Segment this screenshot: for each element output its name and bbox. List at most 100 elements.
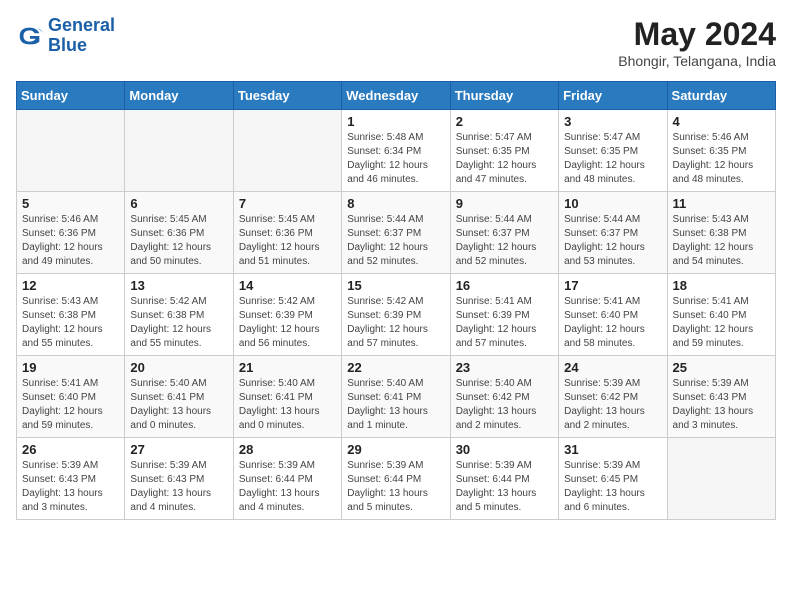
day-info: Sunrise: 5:47 AM Sunset: 6:35 PM Dayligh… [564, 131, 661, 187]
day-info: Sunrise: 5:46 AM Sunset: 6:35 PM Dayligh… [673, 131, 770, 187]
logo: General Blue [16, 16, 115, 56]
day-info: Sunrise: 5:46 AM Sunset: 6:36 PM Dayligh… [22, 213, 119, 269]
day-info: Sunrise: 5:45 AM Sunset: 6:36 PM Dayligh… [130, 213, 227, 269]
calendar-week-row: 19Sunrise: 5:41 AM Sunset: 6:40 PM Dayli… [17, 356, 776, 438]
day-info: Sunrise: 5:41 AM Sunset: 6:40 PM Dayligh… [673, 295, 770, 351]
calendar-cell: 2 Sunrise: 5:47 AM Sunset: 6:35 PM Daylig… [450, 110, 558, 192]
day-number: 5 [22, 196, 119, 211]
calendar-cell: 10 Sunrise: 5:44 AM Sunset: 6:37 PM Dayli… [559, 192, 667, 274]
day-info: Sunrise: 5:44 AM Sunset: 6:37 PM Dayligh… [564, 213, 661, 269]
calendar-cell: 31 Sunrise: 5:39 AM Sunset: 6:45 PM Dayli… [559, 438, 667, 520]
calendar-week-row: 1 Sunrise: 5:48 AM Sunset: 6:34 PM Daylig… [17, 110, 776, 192]
location-subtitle: Bhongir, Telangana, India [618, 53, 776, 69]
day-info: Sunrise: 5:40 AM Sunset: 6:42 PM Dayligh… [456, 377, 553, 433]
day-number: 26 [22, 442, 119, 457]
day-info: Sunrise: 5:39 AM Sunset: 6:42 PM Dayligh… [564, 377, 661, 433]
day-number: 14 [239, 278, 336, 293]
day-info: Sunrise: 5:45 AM Sunset: 6:36 PM Dayligh… [239, 213, 336, 269]
day-number: 10 [564, 196, 661, 211]
calendar-cell [17, 110, 125, 192]
calendar-cell [667, 438, 775, 520]
calendar-cell: 6Sunrise: 5:45 AM Sunset: 6:36 PM Daylig… [125, 192, 233, 274]
weekday-header-monday: Monday [125, 82, 233, 110]
calendar-cell: 8Sunrise: 5:44 AM Sunset: 6:37 PM Daylig… [342, 192, 450, 274]
day-number: 19 [22, 360, 119, 375]
day-number: 21 [239, 360, 336, 375]
calendar-cell: 16 Sunrise: 5:41 AM Sunset: 6:39 PM Dayli… [450, 274, 558, 356]
day-number: 3 [564, 114, 661, 129]
weekday-header-friday: Friday [559, 82, 667, 110]
day-number: 30 [456, 442, 553, 457]
weekday-header-thursday: Thursday [450, 82, 558, 110]
calendar-cell: 27 Sunrise: 5:39 AM Sunset: 6:43 PM Dayli… [125, 438, 233, 520]
page-header: General Blue May 2024 Bhongir, Telangana… [16, 16, 776, 69]
calendar-week-row: 5 Sunrise: 5:46 AM Sunset: 6:36 PM Daylig… [17, 192, 776, 274]
calendar-cell: 22 Sunrise: 5:40 AM Sunset: 6:41 PM Dayli… [342, 356, 450, 438]
day-info: Sunrise: 5:40 AM Sunset: 6:41 PM Dayligh… [239, 377, 336, 433]
day-number: 12 [22, 278, 119, 293]
day-info: Sunrise: 5:40 AM Sunset: 6:41 PM Dayligh… [130, 377, 227, 433]
day-number: 24 [564, 360, 661, 375]
day-info: Sunrise: 5:44 AM Sunset: 6:37 PM Dayligh… [347, 213, 444, 269]
day-info: Sunrise: 5:39 AM Sunset: 6:43 PM Dayligh… [130, 459, 227, 515]
calendar-week-row: 26 Sunrise: 5:39 AM Sunset: 6:43 PM Dayli… [17, 438, 776, 520]
calendar-cell: 13Sunrise: 5:42 AM Sunset: 6:38 PM Dayli… [125, 274, 233, 356]
calendar-cell: 9Sunrise: 5:44 AM Sunset: 6:37 PM Daylig… [450, 192, 558, 274]
day-number: 17 [564, 278, 661, 293]
day-info: Sunrise: 5:42 AM Sunset: 6:39 PM Dayligh… [239, 295, 336, 351]
day-info: Sunrise: 5:39 AM Sunset: 6:44 PM Dayligh… [347, 459, 444, 515]
day-number: 15 [347, 278, 444, 293]
day-number: 2 [456, 114, 553, 129]
day-info: Sunrise: 5:39 AM Sunset: 6:44 PM Dayligh… [239, 459, 336, 515]
weekday-header-wednesday: Wednesday [342, 82, 450, 110]
day-info: Sunrise: 5:42 AM Sunset: 6:38 PM Dayligh… [130, 295, 227, 351]
calendar-cell: 17Sunrise: 5:41 AM Sunset: 6:40 PM Dayli… [559, 274, 667, 356]
calendar-cell: 29 Sunrise: 5:39 AM Sunset: 6:44 PM Dayli… [342, 438, 450, 520]
calendar-cell: 23 Sunrise: 5:40 AM Sunset: 6:42 PM Dayli… [450, 356, 558, 438]
weekday-header-tuesday: Tuesday [233, 82, 341, 110]
day-number: 7 [239, 196, 336, 211]
calendar-cell: 18Sunrise: 5:41 AM Sunset: 6:40 PM Dayli… [667, 274, 775, 356]
day-info: Sunrise: 5:44 AM Sunset: 6:37 PM Dayligh… [456, 213, 553, 269]
day-info: Sunrise: 5:47 AM Sunset: 6:35 PM Dayligh… [456, 131, 553, 187]
day-info: Sunrise: 5:48 AM Sunset: 6:34 PM Dayligh… [347, 131, 444, 187]
day-number: 27 [130, 442, 227, 457]
calendar-cell: 15 Sunrise: 5:42 AM Sunset: 6:39 PM Dayli… [342, 274, 450, 356]
day-number: 29 [347, 442, 444, 457]
calendar-cell: 30 Sunrise: 5:39 AM Sunset: 6:44 PM Dayli… [450, 438, 558, 520]
logo-icon [16, 22, 44, 50]
calendar-cell: 4 Sunrise: 5:46 AM Sunset: 6:35 PM Daylig… [667, 110, 775, 192]
calendar-cell: 26Sunrise: 5:39 AM Sunset: 6:43 PM Dayli… [17, 438, 125, 520]
logo-text: General Blue [48, 16, 115, 56]
day-info: Sunrise: 5:39 AM Sunset: 6:43 PM Dayligh… [673, 377, 770, 433]
day-info: Sunrise: 5:41 AM Sunset: 6:39 PM Dayligh… [456, 295, 553, 351]
calendar-cell [233, 110, 341, 192]
weekday-header-sunday: Sunday [17, 82, 125, 110]
calendar-cell: 5 Sunrise: 5:46 AM Sunset: 6:36 PM Daylig… [17, 192, 125, 274]
calendar-cell: 28Sunrise: 5:39 AM Sunset: 6:44 PM Dayli… [233, 438, 341, 520]
day-number: 16 [456, 278, 553, 293]
day-number: 23 [456, 360, 553, 375]
calendar-cell: 24 Sunrise: 5:39 AM Sunset: 6:42 PM Dayli… [559, 356, 667, 438]
calendar-cell: 25Sunrise: 5:39 AM Sunset: 6:43 PM Dayli… [667, 356, 775, 438]
day-info: Sunrise: 5:40 AM Sunset: 6:41 PM Dayligh… [347, 377, 444, 433]
calendar-week-row: 12Sunrise: 5:43 AM Sunset: 6:38 PM Dayli… [17, 274, 776, 356]
day-number: 22 [347, 360, 444, 375]
calendar-cell: 1 Sunrise: 5:48 AM Sunset: 6:34 PM Daylig… [342, 110, 450, 192]
day-number: 1 [347, 114, 444, 129]
calendar-cell: 11Sunrise: 5:43 AM Sunset: 6:38 PM Dayli… [667, 192, 775, 274]
calendar-cell: 12Sunrise: 5:43 AM Sunset: 6:38 PM Dayli… [17, 274, 125, 356]
day-number: 4 [673, 114, 770, 129]
weekday-header-row: SundayMondayTuesdayWednesdayThursdayFrid… [17, 82, 776, 110]
day-info: Sunrise: 5:42 AM Sunset: 6:39 PM Dayligh… [347, 295, 444, 351]
day-info: Sunrise: 5:39 AM Sunset: 6:45 PM Dayligh… [564, 459, 661, 515]
calendar-cell: 19Sunrise: 5:41 AM Sunset: 6:40 PM Dayli… [17, 356, 125, 438]
calendar-cell: 14 Sunrise: 5:42 AM Sunset: 6:39 PM Dayli… [233, 274, 341, 356]
day-number: 11 [673, 196, 770, 211]
calendar-cell: 3 Sunrise: 5:47 AM Sunset: 6:35 PM Daylig… [559, 110, 667, 192]
day-number: 31 [564, 442, 661, 457]
calendar-cell: 21 Sunrise: 5:40 AM Sunset: 6:41 PM Dayli… [233, 356, 341, 438]
day-info: Sunrise: 5:39 AM Sunset: 6:44 PM Dayligh… [456, 459, 553, 515]
calendar-cell: 20 Sunrise: 5:40 AM Sunset: 6:41 PM Dayli… [125, 356, 233, 438]
day-number: 20 [130, 360, 227, 375]
